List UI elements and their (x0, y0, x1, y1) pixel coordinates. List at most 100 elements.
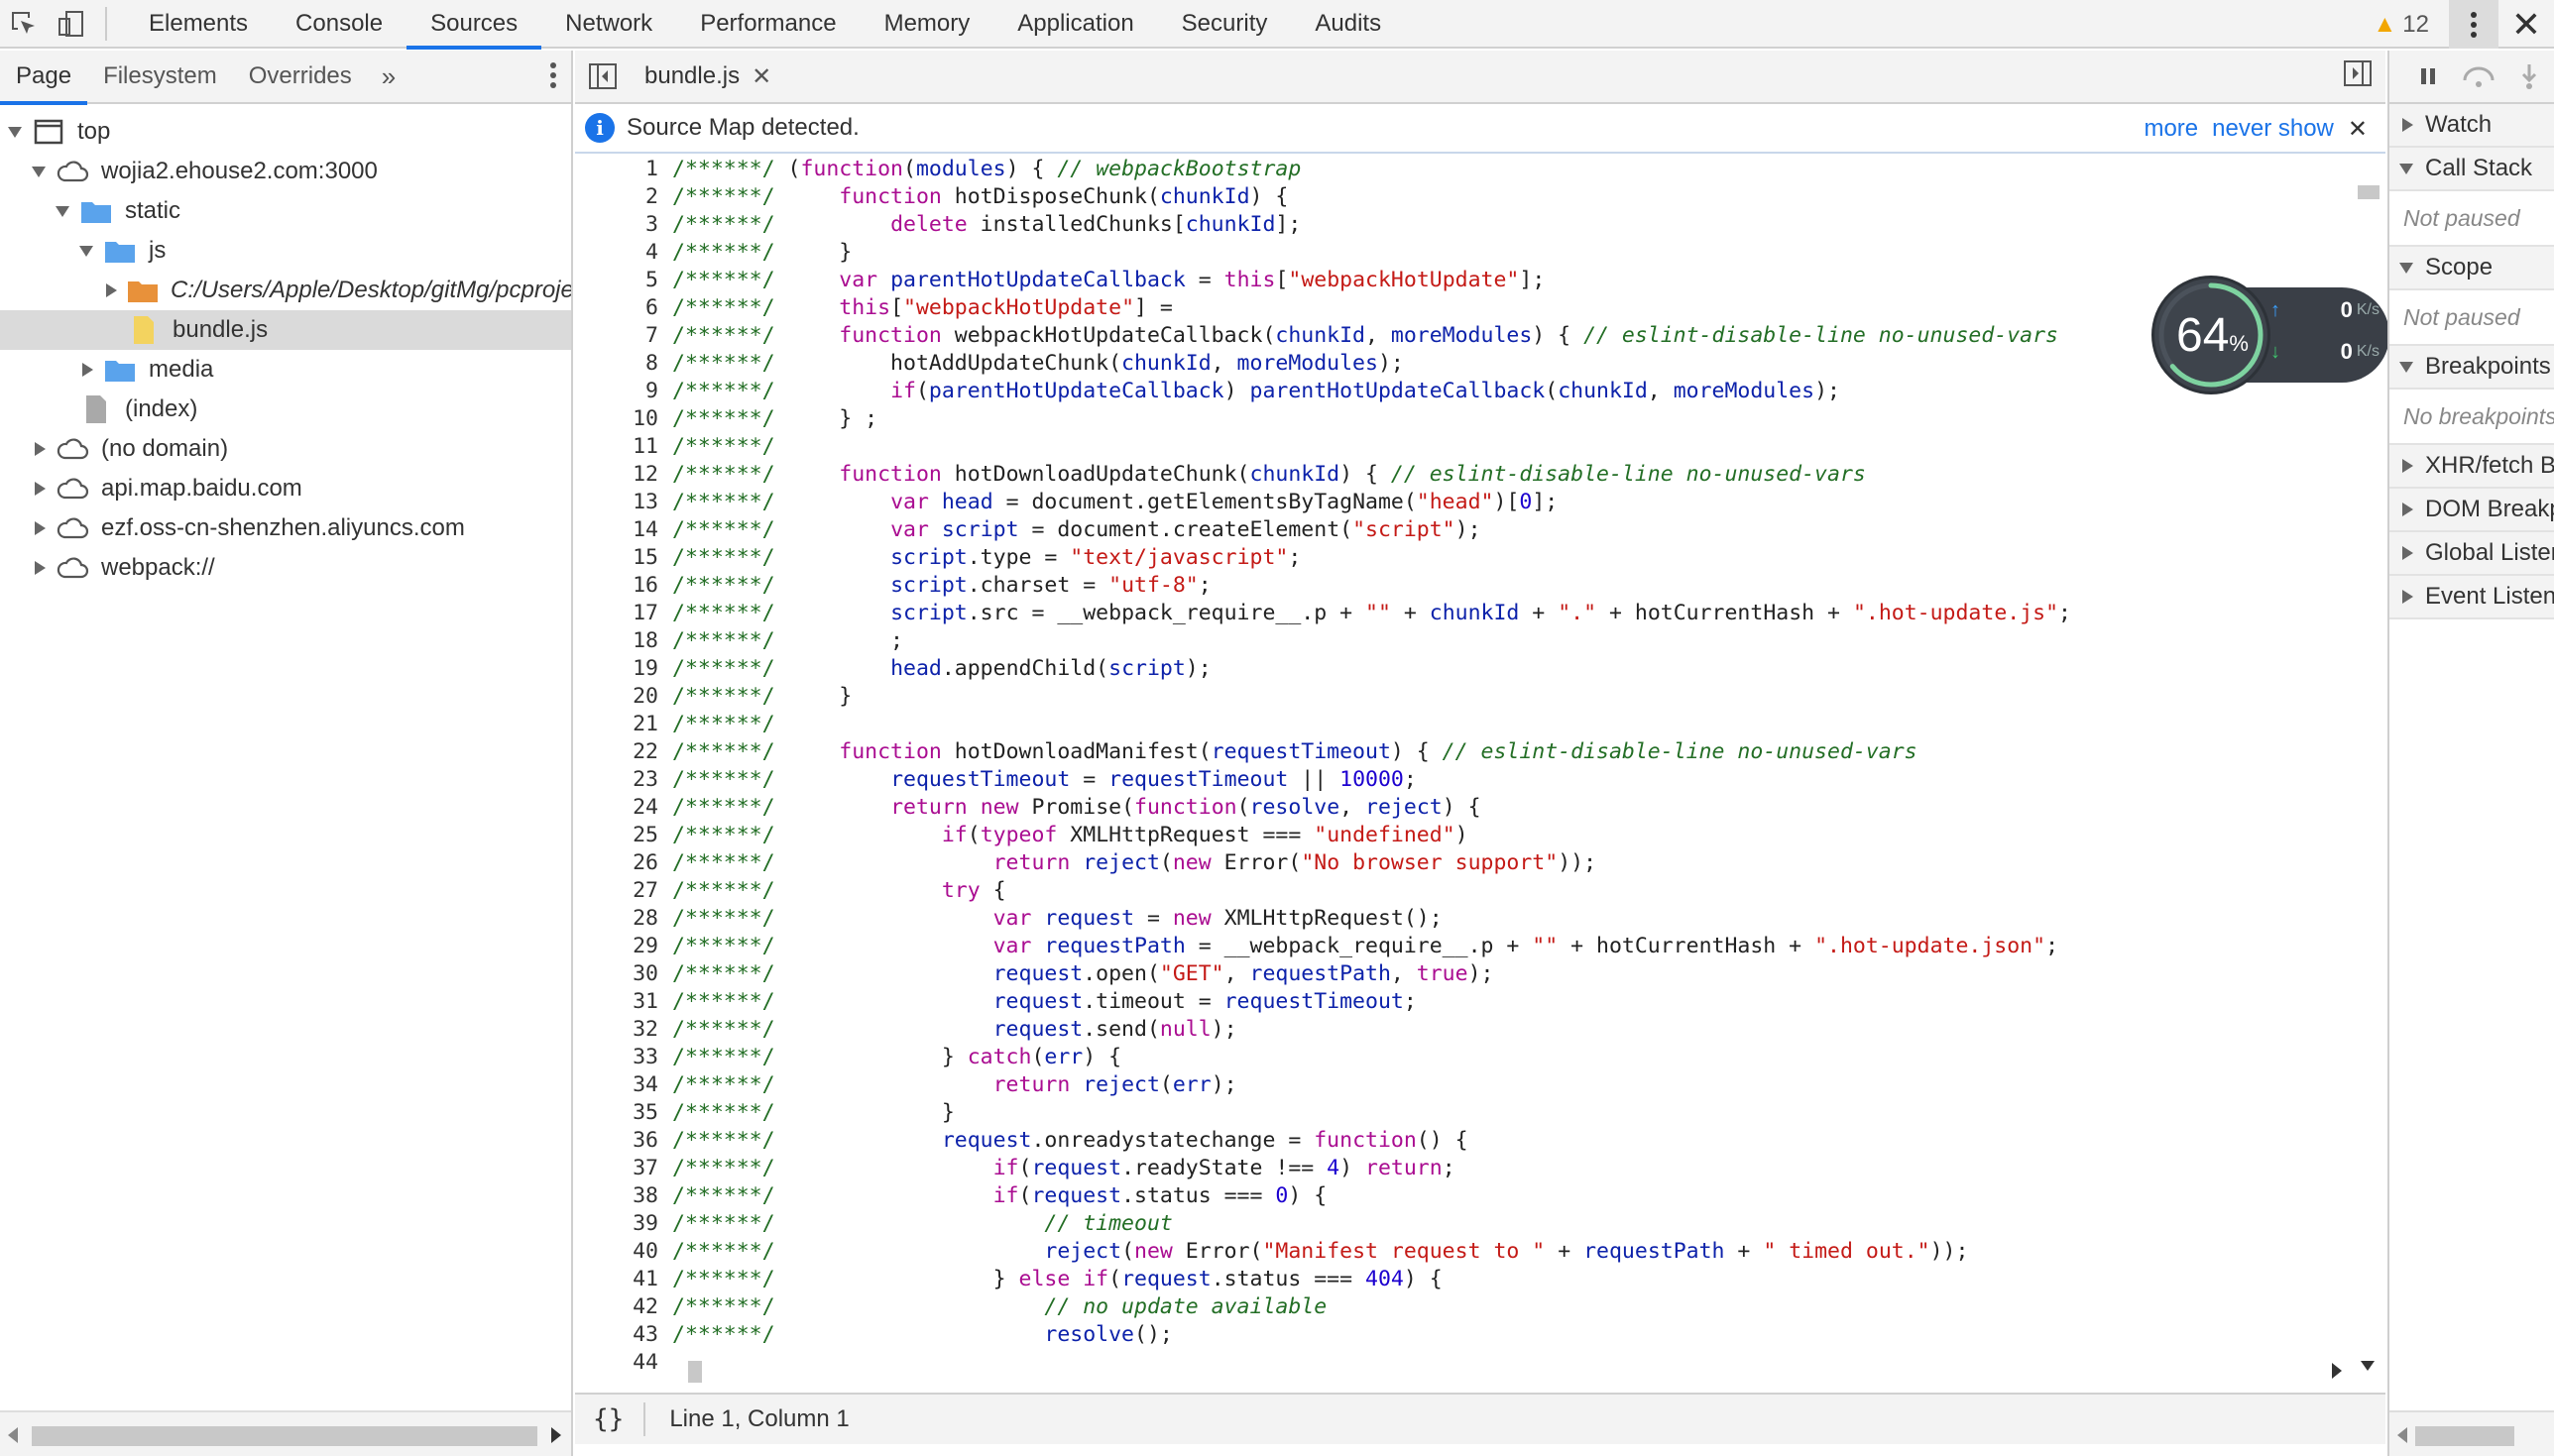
line-number[interactable]: 21 (575, 711, 666, 738)
line-number[interactable]: 16 (575, 572, 666, 600)
code-line[interactable]: 32/******/ request.send(null); (575, 1016, 2352, 1044)
tab-network[interactable]: Network (541, 0, 676, 48)
line-number[interactable]: 25 (575, 822, 666, 849)
close-tab-icon[interactable]: ✕ (752, 62, 771, 91)
tree-item[interactable]: media (0, 350, 571, 390)
pretty-print-button[interactable]: {} (593, 1404, 624, 1434)
code-line[interactable]: 18/******/ ; (575, 627, 2352, 655)
tab-elements[interactable]: Elements (125, 0, 272, 48)
line-number[interactable]: 5 (575, 267, 666, 294)
tab-memory[interactable]: Memory (861, 0, 994, 48)
line-number[interactable]: 41 (575, 1266, 666, 1293)
line-number[interactable]: 22 (575, 738, 666, 766)
scroll-right-icon[interactable] (2332, 1363, 2342, 1379)
tree-item[interactable]: (no domain) (0, 429, 571, 469)
pane-header[interactable]: Watch (2389, 104, 2554, 148)
device-toolbar-icon[interactable] (48, 0, 95, 48)
collapsed-arrow-icon[interactable] (35, 442, 46, 456)
scroll-left-icon[interactable] (2397, 1427, 2407, 1443)
line-number[interactable]: 11 (575, 433, 666, 461)
code-line[interactable]: 13/******/ var head = document.getElemen… (575, 489, 2352, 516)
line-number[interactable]: 4 (575, 239, 666, 267)
code-line[interactable]: 1/******/ (function(modules) { // webpac… (575, 156, 2352, 183)
code-line[interactable]: 24/******/ return new Promise(function(r… (575, 794, 2352, 822)
pane-header[interactable]: XHR/fetch Breakpoints (2389, 445, 2554, 489)
code-line[interactable]: 33/******/ } catch(err) { (575, 1044, 2352, 1071)
code-line[interactable]: 41/******/ } else if(request.status === … (575, 1266, 2352, 1293)
code-line[interactable]: 23/******/ requestTimeout = requestTimeo… (575, 766, 2352, 794)
code-line[interactable]: 7/******/ function webpackHotUpdateCallb… (575, 322, 2352, 350)
line-number[interactable]: 34 (575, 1071, 666, 1099)
line-number[interactable]: 38 (575, 1182, 666, 1210)
collapsed-arrow-icon[interactable] (106, 283, 117, 297)
line-number[interactable]: 23 (575, 766, 666, 794)
code-line[interactable]: 30/******/ request.open("GET", requestPa… (575, 960, 2352, 988)
line-number[interactable]: 12 (575, 461, 666, 489)
line-number[interactable]: 18 (575, 627, 666, 655)
tree-item[interactable]: wojia2.ehouse2.com:3000 (0, 152, 571, 191)
toggle-debugger-button[interactable] (2344, 60, 2372, 91)
line-number[interactable]: 31 (575, 988, 666, 1016)
tab-sources[interactable]: Sources (406, 0, 542, 50)
more-link[interactable]: more (2144, 115, 2198, 143)
collapsed-arrow-icon[interactable] (35, 521, 46, 535)
tree-item[interactable]: ezf.oss-cn-shenzhen.aliyuncs.com (0, 508, 571, 548)
tab-application[interactable]: Application (993, 0, 1157, 48)
close-devtools-button[interactable]: ✕ (2498, 0, 2554, 49)
line-number[interactable]: 7 (575, 322, 666, 350)
code-line[interactable]: 38/******/ if(request.status === 0) { (575, 1182, 2352, 1210)
line-number[interactable]: 19 (575, 655, 666, 683)
line-number[interactable]: 24 (575, 794, 666, 822)
scroll-down-icon[interactable] (2361, 1361, 2375, 1371)
line-number[interactable]: 14 (575, 516, 666, 544)
code-line[interactable]: 34/******/ return reject(err); (575, 1071, 2352, 1099)
code-line[interactable]: 37/******/ if(request.readyState !== 4) … (575, 1155, 2352, 1182)
pane-header[interactable]: DOM Breakpoints (2389, 489, 2554, 532)
code-line[interactable]: 42/******/ // no update available (575, 1293, 2352, 1321)
toggle-navigator-button[interactable] (575, 50, 631, 103)
tab-overrides[interactable]: Overrides (233, 50, 368, 103)
tree-item[interactable]: top (0, 112, 571, 152)
code-line[interactable]: 11/******/ (575, 433, 2352, 461)
pane-header[interactable]: Scope (2389, 247, 2554, 290)
code-line[interactable]: 40/******/ reject(new Error("Manifest re… (575, 1238, 2352, 1266)
code-line[interactable]: 39/******/ // timeout (575, 1210, 2352, 1238)
code-line[interactable]: 3/******/ delete installedChunks[chunkId… (575, 211, 2352, 239)
pane-header[interactable]: Breakpoints (2389, 346, 2554, 390)
inspect-element-icon[interactable] (0, 0, 48, 48)
line-number[interactable]: 39 (575, 1210, 666, 1238)
line-number[interactable]: 20 (575, 683, 666, 711)
pane-header[interactable]: Call Stack (2389, 148, 2554, 191)
line-number[interactable]: 42 (575, 1293, 666, 1321)
line-number[interactable]: 3 (575, 211, 666, 239)
scroll-right-icon[interactable] (551, 1427, 561, 1443)
tree-item[interactable]: C:/Users/Apple/Desktop/gitMg/pcprojec (0, 271, 571, 310)
code-line[interactable]: 5/******/ var parentHotUpdateCallback = … (575, 267, 2352, 294)
code-line[interactable]: 20/******/ } (575, 683, 2352, 711)
never-show-link[interactable]: never show (2212, 115, 2334, 143)
scroll-left-icon[interactable] (8, 1427, 18, 1443)
line-number[interactable]: 40 (575, 1238, 666, 1266)
code-line[interactable]: 35/******/ } (575, 1099, 2352, 1127)
code-line[interactable]: 4/******/ } (575, 239, 2352, 267)
line-number[interactable]: 32 (575, 1016, 666, 1044)
tab-page[interactable]: Page (0, 50, 88, 105)
line-number[interactable]: 15 (575, 544, 666, 572)
code-line[interactable]: 22/******/ function hotDownloadManifest(… (575, 738, 2352, 766)
line-number[interactable]: 30 (575, 960, 666, 988)
code-line[interactable]: 19/******/ head.appendChild(script); (575, 655, 2352, 683)
code-line[interactable]: 6/******/ this["webpackHotUpdate"] = (575, 294, 2352, 322)
more-tabs-button[interactable]: » (368, 61, 409, 92)
line-number[interactable]: 9 (575, 378, 666, 405)
tab-security[interactable]: Security (1158, 0, 1292, 48)
line-number[interactable]: 1 (575, 156, 666, 183)
step-into-button[interactable] (2503, 51, 2554, 103)
code-line[interactable]: 8/******/ hotAddUpdateChunk(chunkId, mor… (575, 350, 2352, 378)
code-line[interactable]: 29/******/ var requestPath = __webpack_r… (575, 933, 2352, 960)
line-number[interactable]: 8 (575, 350, 666, 378)
expanded-arrow-icon[interactable] (32, 166, 46, 177)
code-line[interactable]: 10/******/ } ; (575, 405, 2352, 433)
code-view[interactable]: 1/******/ (function(modules) { // webpac… (575, 156, 2352, 1385)
expanded-arrow-icon[interactable] (79, 245, 93, 257)
code-line[interactable]: 21/******/ (575, 711, 2352, 738)
